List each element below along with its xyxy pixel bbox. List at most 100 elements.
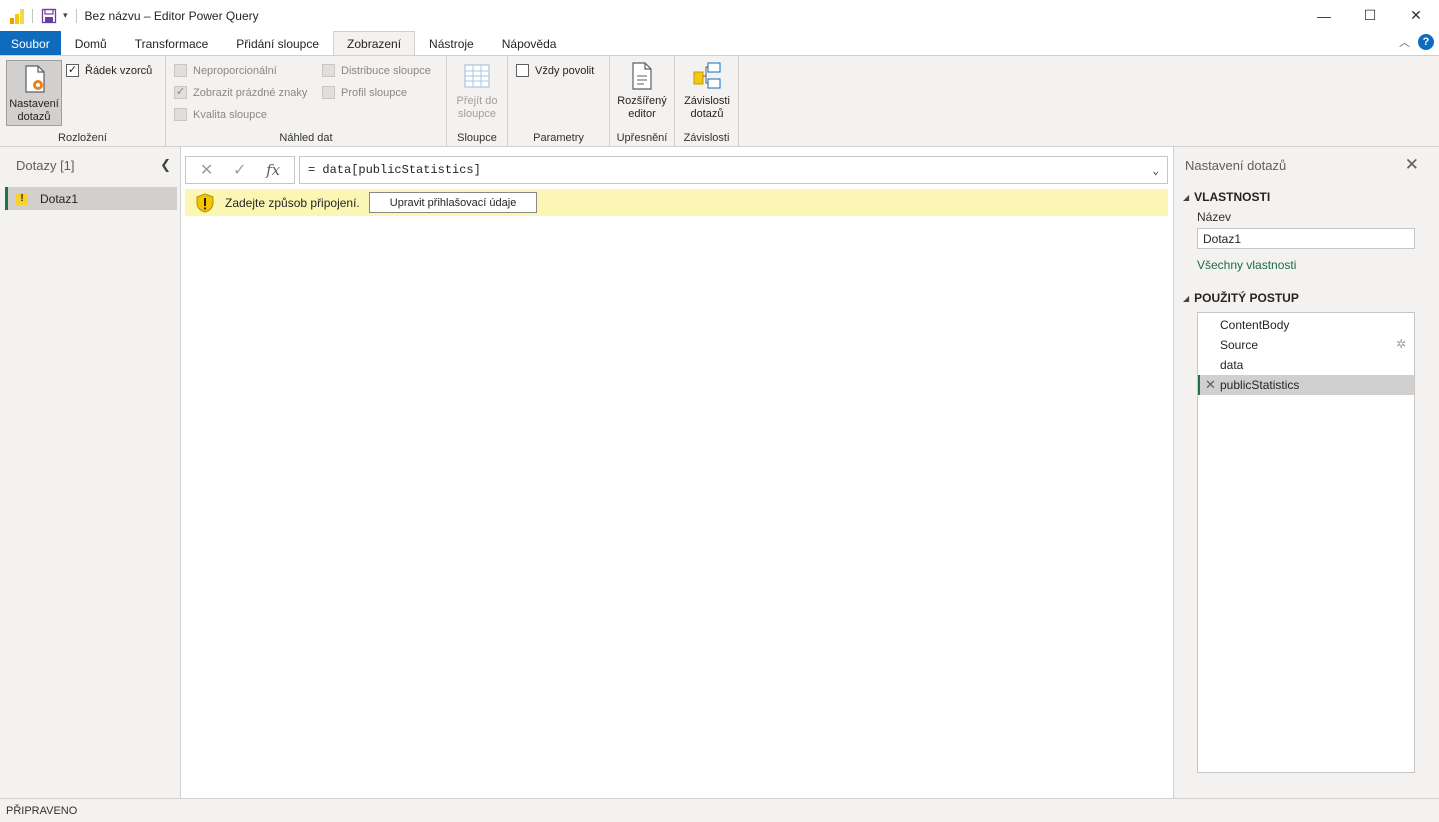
- window-title: Bez názvu – Editor Power Query: [84, 8, 259, 23]
- formula-buttons: ✕ ✓ fx: [185, 156, 295, 184]
- query-settings-pane: Nastavení dotazů ✕ ◢ VLASTNOSTI Název Do…: [1173, 147, 1439, 798]
- title-separator: [32, 8, 33, 23]
- column-profile-label: Profil sloupce: [341, 86, 408, 99]
- tab-home[interactable]: Domů: [61, 31, 121, 55]
- step-label: ContentBody: [1220, 318, 1290, 332]
- formula-input[interactable]: = data[publicStatistics] ⌄: [299, 156, 1168, 184]
- delete-step-icon[interactable]: ✕: [1205, 377, 1216, 393]
- applied-steps-list: ContentBody Source ✲ data ✕ publicStatis…: [1197, 312, 1415, 773]
- query-settings-button[interactable]: Nastavení dotazů: [6, 60, 62, 126]
- expanded-triangle-icon: ◢: [1183, 293, 1190, 303]
- close-pane-icon[interactable]: ✕: [1405, 155, 1419, 175]
- column-quality-label: Kvalita sloupce: [193, 108, 267, 121]
- query-dependencies-label: Závislosti dotazů: [684, 95, 730, 120]
- group-label-data-preview: Náhled dat: [279, 132, 333, 144]
- query-name-input[interactable]: Dotaz1: [1197, 228, 1415, 249]
- query-settings-title: Nastavení dotazů: [1185, 158, 1287, 173]
- query-settings-label: Nastavení dotazů: [9, 98, 59, 123]
- tab-transform[interactable]: Transformace: [121, 31, 223, 55]
- group-label-dependencies: Závislosti: [683, 132, 730, 144]
- goto-column-icon: [464, 64, 490, 88]
- warning-message: Zadejte způsob připojení.: [225, 195, 360, 210]
- always-allow-label: Vždy povolit: [535, 64, 595, 77]
- collapse-ribbon-icon[interactable]: ︿: [1399, 34, 1410, 50]
- fx-icon[interactable]: fx: [266, 161, 280, 179]
- collapse-pane-chevron-icon[interactable]: ❮: [160, 157, 171, 173]
- advanced-editor-icon: [632, 62, 652, 90]
- advanced-editor-button[interactable]: Rozšířený editor: [614, 60, 670, 121]
- query-item-label: Dotaz1: [40, 191, 79, 206]
- help-icon[interactable]: ?: [1418, 34, 1434, 50]
- title-separator-2: [75, 8, 77, 23]
- group-dependencies: Závislosti dotazů Závislosti: [675, 56, 739, 146]
- column-distribution-label: Distribuce sloupce: [341, 64, 431, 77]
- minimize-button[interactable]: —: [1301, 0, 1347, 31]
- goto-column-button[interactable]: Přejít do sloupce: [451, 60, 503, 121]
- tab-tools[interactable]: Nástroje: [415, 31, 488, 55]
- expanded-triangle-icon: ◢: [1183, 192, 1190, 202]
- column-profile-checkbox[interactable]: Profil sloupce: [322, 86, 407, 99]
- close-button[interactable]: ✕: [1393, 0, 1439, 31]
- monospaced-checkbox[interactable]: Neproporcionální: [174, 64, 277, 77]
- tab-view[interactable]: Zobrazení: [333, 31, 416, 55]
- show-whitespace-label: Zobrazit prázdné znaky: [193, 86, 308, 99]
- save-icon[interactable]: [41, 8, 57, 24]
- step-label: publicStatistics: [1220, 378, 1300, 392]
- column-distribution-checkbox[interactable]: Distribuce sloupce: [322, 64, 431, 77]
- power-bi-logo-icon: [10, 8, 24, 24]
- ribbon: Nastavení dotazů ✓ Řádek vzorců Rozložen…: [0, 55, 1439, 147]
- tab-add-column[interactable]: Přidání sloupce: [222, 31, 333, 55]
- shield-warning-icon: [196, 192, 214, 213]
- step-settings-gear-icon[interactable]: ✲: [1396, 337, 1406, 351]
- group-label-advanced: Upřesnění: [616, 132, 668, 144]
- query-item[interactable]: ! Dotaz1: [5, 187, 177, 210]
- step-label: Source: [1220, 338, 1259, 352]
- query-dependencies-icon: [693, 62, 721, 89]
- column-quality-checkbox[interactable]: Kvalita sloupce: [174, 108, 267, 121]
- checkbox-checked-icon: ✓: [174, 86, 187, 99]
- data-preview-area: ✕ ✓ fx = data[publicStatistics] ⌄ Zadejt…: [181, 147, 1173, 798]
- quick-access-dropdown-icon[interactable]: ▾: [63, 10, 68, 21]
- formula-bar: ✕ ✓ fx = data[publicStatistics] ⌄: [185, 156, 1168, 184]
- commit-formula-icon[interactable]: ✓: [233, 160, 246, 180]
- formula-bar-label: Řádek vzorců: [85, 64, 153, 77]
- warning-icon: !: [16, 192, 28, 205]
- tab-help[interactable]: Nápověda: [488, 31, 571, 55]
- group-advanced: Rozšířený editor Upřesnění: [610, 56, 675, 146]
- status-bar: PŘIPRAVENO: [0, 798, 1439, 822]
- show-whitespace-checkbox[interactable]: ✓ Zobrazit prázdné znaky: [174, 86, 307, 99]
- advanced-editor-label: Rozšířený editor: [617, 95, 667, 120]
- properties-section-header[interactable]: ◢ VLASTNOSTI: [1183, 190, 1270, 204]
- all-properties-link[interactable]: Všechny vlastnosti: [1197, 258, 1296, 272]
- formula-bar-checkbox[interactable]: ✓ Řádek vzorců: [66, 64, 152, 77]
- applied-steps-header-label: POUŽITÝ POSTUP: [1194, 291, 1299, 305]
- applied-steps-section-header[interactable]: ◢ POUŽITÝ POSTUP: [1183, 291, 1299, 305]
- monospaced-label: Neproporcionální: [193, 64, 277, 77]
- group-label-layout: Rozložení: [58, 132, 107, 144]
- queries-pane-title: Dotazy [1]: [16, 158, 75, 173]
- checkbox-checked-icon: ✓: [66, 64, 79, 77]
- edit-credentials-button[interactable]: Upravit přihlašovací údaje: [368, 192, 538, 213]
- expand-formula-chevron-icon[interactable]: ⌄: [1152, 164, 1159, 178]
- applied-step[interactable]: Source ✲: [1198, 335, 1414, 355]
- applied-step[interactable]: data: [1198, 355, 1414, 375]
- properties-header-label: VLASTNOSTI: [1194, 190, 1271, 204]
- group-label-parameters: Parametry: [533, 132, 584, 144]
- maximize-button[interactable]: ☐: [1347, 0, 1393, 31]
- always-allow-checkbox[interactable]: Vždy povolit: [516, 64, 594, 77]
- queries-pane: Dotazy [1] ❮ ! Dotaz1: [0, 147, 181, 798]
- query-settings-icon: [25, 65, 45, 93]
- group-data-preview: Neproporcionální ✓ Zobrazit prázdné znak…: [166, 56, 447, 146]
- group-layout: Nastavení dotazů ✓ Řádek vzorců Rozložen…: [0, 56, 166, 146]
- cancel-formula-icon[interactable]: ✕: [200, 160, 213, 180]
- applied-step[interactable]: ContentBody: [1198, 315, 1414, 335]
- warning-bar: Zadejte způsob připojení. Upravit přihla…: [185, 189, 1168, 216]
- query-dependencies-button[interactable]: Závislosti dotazů: [679, 60, 735, 121]
- applied-step-selected[interactable]: ✕ publicStatistics: [1198, 375, 1414, 395]
- name-label: Název: [1197, 210, 1232, 224]
- ribbon-tabs: Soubor Domů Transformace Přidání sloupce…: [0, 31, 1439, 55]
- tab-file[interactable]: Soubor: [0, 31, 61, 55]
- checkbox-unchecked-icon: [322, 64, 335, 77]
- step-label: data: [1220, 358, 1244, 372]
- group-label-columns: Sloupce: [457, 132, 497, 144]
